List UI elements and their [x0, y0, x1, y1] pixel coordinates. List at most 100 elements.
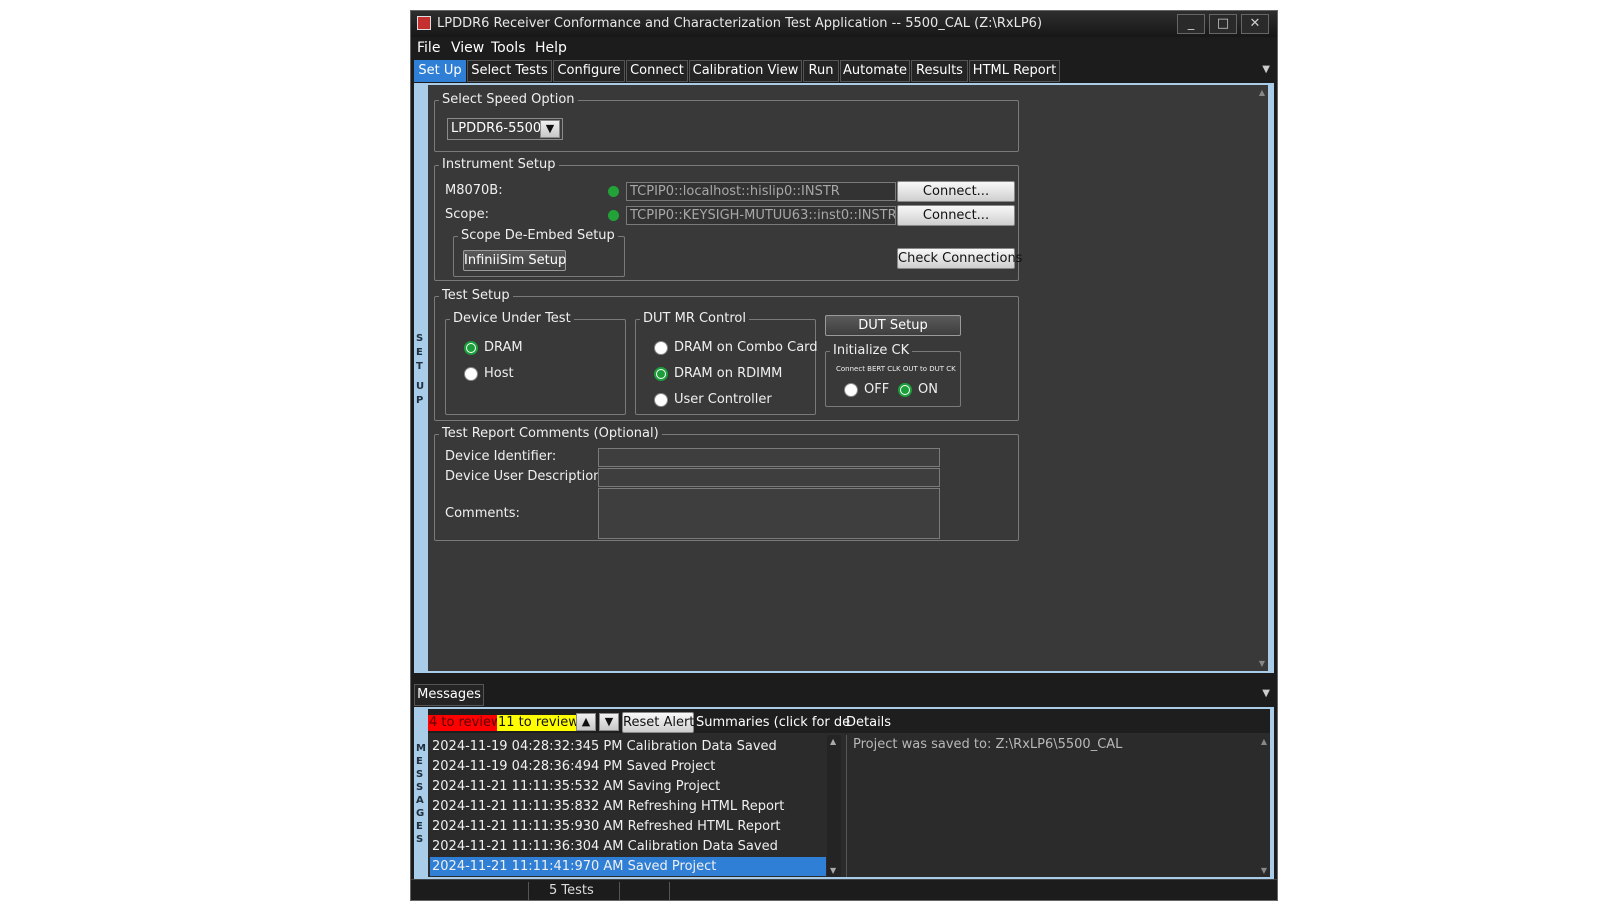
dut-host-radio[interactable]: [464, 367, 478, 381]
app-window: LPDDR6 Receiver Conformance and Characte…: [410, 10, 1278, 901]
scroll-down-icon[interactable]: ▼: [1261, 866, 1267, 875]
init-ck-off-label: OFF: [864, 382, 890, 397]
list-item[interactable]: 2024-11-19 04:28:36:494 PM Saved Project: [430, 757, 826, 776]
scope-status-led: [608, 210, 619, 221]
initialize-ck-group: Initialize CK Connect BERT CLK OUT to DU…: [825, 343, 961, 407]
dut-dram-label: DRAM: [484, 340, 523, 355]
mr-rdimm-radio[interactable]: [654, 367, 668, 381]
device-under-test-group: Device Under Test DRAM Host: [445, 311, 626, 415]
dut-mr-control-label: DUT MR Control: [640, 311, 749, 326]
tab-messages[interactable]: Messages: [414, 684, 484, 706]
scroll-up-icon[interactable]: ▲: [1261, 737, 1267, 746]
mr-rdimm-label: DRAM on RDIMM: [674, 366, 783, 381]
maximize-button[interactable]: □: [1209, 14, 1237, 34]
speed-option-label: Select Speed Option: [439, 92, 578, 107]
initialize-ck-label: Initialize CK: [830, 343, 913, 358]
message-detail-pane: Project was saved to: Z:\RxLP6\5500_CAL …: [846, 735, 1270, 877]
m8070b-label: M8070B:: [445, 183, 503, 198]
mr-combo-card-radio[interactable]: [654, 341, 668, 355]
chevron-down-icon[interactable]: ▼: [540, 120, 560, 138]
deembed-group: Scope De-Embed Setup InfiniiSim Setup: [453, 228, 625, 277]
minimize-button[interactable]: _: [1177, 14, 1205, 34]
instrument-setup-label: Instrument Setup: [439, 157, 559, 172]
message-list-scrollbar[interactable]: ▲ ▼: [827, 735, 841, 877]
message-detail-text: Project was saved to: Z:\RxLP6\5500_CAL: [853, 737, 1123, 752]
list-item[interactable]: 2024-11-21 11:11:35:832 AM Refreshing HT…: [430, 797, 826, 816]
init-ck-on-radio[interactable]: [898, 383, 912, 397]
device-description-input[interactable]: [598, 468, 940, 487]
comments-label: Comments:: [445, 506, 520, 521]
tab-configure[interactable]: Configure: [553, 60, 625, 82]
yellow-review-badge[interactable]: 11 to review: [497, 715, 580, 731]
scroll-up-icon[interactable]: ▲: [830, 737, 836, 746]
menu-help[interactable]: Help: [535, 40, 567, 56]
init-ck-on-label: ON: [918, 382, 938, 397]
tab-calibration-view[interactable]: Calibration View: [689, 60, 802, 82]
speed-option-group: Select Speed Option LPDDR6-5500 ▼: [434, 92, 1019, 152]
scroll-down-icon[interactable]: ▼: [830, 866, 836, 875]
menu-view[interactable]: View: [451, 40, 484, 56]
instrument-setup-group: Instrument Setup M8070B: TCPIP0::localho…: [434, 157, 1022, 281]
setup-panel-frame: S E T U P ▲ ▼ Select Speed Option LPDDR6…: [414, 83, 1274, 673]
tab-select-tests[interactable]: Select Tests: [467, 60, 552, 82]
deembed-label: Scope De-Embed Setup: [458, 228, 618, 243]
m8070b-address-field[interactable]: TCPIP0::localhost::hislip0::INSTR: [626, 182, 896, 201]
tab-results[interactable]: Results: [911, 60, 968, 82]
tab-html-report[interactable]: HTML Report: [969, 60, 1060, 82]
check-connections-button[interactable]: Check Connections: [897, 248, 1022, 269]
scope-label: Scope:: [445, 207, 489, 222]
message-log-list[interactable]: 2024-11-19 04:28:32:345 PM Calibration D…: [428, 735, 841, 877]
list-item[interactable]: 2024-11-21 11:11:35:532 AM Saving Projec…: [430, 777, 826, 796]
device-identifier-label: Device Identifier:: [445, 449, 557, 464]
comments-textarea[interactable]: [598, 488, 940, 539]
speed-select[interactable]: LPDDR6-5500 ▼: [447, 118, 563, 140]
messages-panel-frame: M E S S A G E S 4 to review 11 to review…: [414, 707, 1274, 879]
report-comments-label: Test Report Comments (Optional): [439, 426, 662, 441]
scroll-down-icon[interactable]: ▼: [1259, 659, 1265, 668]
list-item[interactable]: 2024-11-21 11:11:35:930 AM Refreshed HTM…: [430, 817, 826, 836]
close-button[interactable]: ✕: [1241, 14, 1269, 34]
previous-alert-button[interactable]: ▲: [576, 713, 596, 731]
main-tab-bar: Set Up Select Tests Configure Connect Ca…: [414, 60, 1274, 83]
list-item-selected[interactable]: 2024-11-21 11:11:41:970 AM Saved Project: [430, 857, 826, 876]
mr-combo-card-label: DRAM on Combo Card: [674, 340, 818, 355]
tab-overflow-icon[interactable]: ▼: [1262, 64, 1270, 75]
red-review-badge[interactable]: 4 to review: [428, 715, 503, 731]
test-count-status: 5 Tests: [549, 883, 594, 898]
list-item[interactable]: 2024-11-19 04:28:32:345 PM Calibration D…: [430, 737, 826, 756]
summaries-header: Summaries (click for de: [696, 715, 851, 730]
mr-user-controller-radio[interactable]: [654, 393, 668, 407]
dut-dram-radio[interactable]: [464, 341, 478, 355]
scope-address-field[interactable]: TCPIP0::KEYSIGH-MUTUU63::inst0::INSTR: [626, 206, 896, 225]
menu-tools[interactable]: Tools: [491, 40, 526, 56]
m8070b-connect-button[interactable]: Connect...: [897, 181, 1015, 202]
device-description-label: Device User Description:: [445, 469, 606, 484]
tab-run[interactable]: Run: [803, 60, 839, 82]
messages-overflow-icon[interactable]: ▼: [1262, 688, 1270, 699]
initialize-ck-note: Connect BERT CLK OUT to DUT CK: [836, 365, 956, 373]
scope-connect-button[interactable]: Connect...: [897, 205, 1015, 226]
setup-content: ▲ ▼ Select Speed Option LPDDR6-5500 ▼ In…: [428, 85, 1268, 671]
device-under-test-label: Device Under Test: [450, 311, 574, 326]
speed-select-value: LPDDR6-5500: [451, 121, 542, 136]
messages-content: 4 to review 11 to review ▲ ▼ Reset Alert…: [428, 709, 1270, 877]
dut-host-label: Host: [484, 366, 514, 381]
reset-alert-button[interactable]: Reset Alert: [622, 712, 694, 733]
details-header: Details: [846, 715, 892, 730]
dut-setup-button[interactable]: DUT Setup: [825, 315, 961, 336]
scroll-up-icon[interactable]: ▲: [1259, 88, 1265, 97]
mr-user-controller-label: User Controller: [674, 392, 772, 407]
tab-automate[interactable]: Automate: [840, 60, 910, 82]
list-item[interactable]: 2024-11-21 11:11:36:304 AM Calibration D…: [430, 837, 826, 856]
title-bar: LPDDR6 Receiver Conformance and Characte…: [411, 11, 1277, 37]
setup-side-label: S E T U P: [414, 83, 426, 673]
init-ck-off-radio[interactable]: [844, 383, 858, 397]
tab-set-up[interactable]: Set Up: [414, 60, 466, 82]
test-setup-group: Test Setup Device Under Test DRAM Host D…: [434, 288, 1019, 421]
infiniisim-setup-button[interactable]: InfiniiSim Setup: [463, 250, 566, 271]
menu-file[interactable]: File: [417, 40, 440, 56]
next-alert-button[interactable]: ▼: [599, 713, 619, 731]
window-title: LPDDR6 Receiver Conformance and Characte…: [437, 16, 1043, 31]
tab-connect[interactable]: Connect: [626, 60, 688, 82]
device-identifier-input[interactable]: [598, 448, 940, 467]
